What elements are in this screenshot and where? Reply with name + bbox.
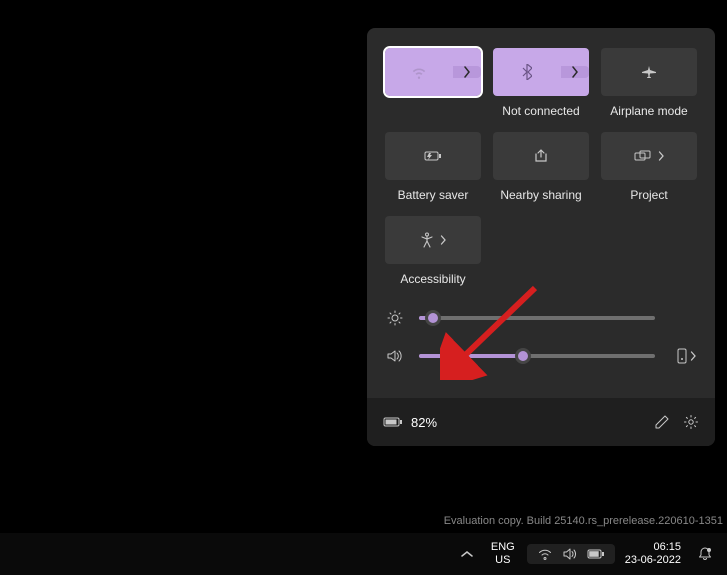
tile-accessibility-wrap: Accessibility [385, 216, 481, 288]
settings-button[interactable] [683, 414, 699, 430]
quick-tiles-grid: Not connected Airplane mode Batter [385, 48, 697, 288]
tile-bluetooth-label: Not connected [502, 104, 579, 120]
audio-output-icon [676, 348, 688, 364]
volume-output-button[interactable] [669, 348, 697, 364]
brightness-slider[interactable] [419, 316, 655, 320]
chevron-right-icon [658, 151, 665, 161]
tile-battery-saver-wrap: Battery saver [385, 132, 481, 204]
battery-icon [383, 416, 403, 428]
tile-project-wrap: Project [601, 132, 697, 204]
tile-airplane-wrap: Airplane mode [601, 48, 697, 120]
volume-slider[interactable] [419, 354, 655, 358]
battery-status[interactable]: 82% [383, 415, 437, 430]
airplane-icon [641, 65, 657, 79]
tile-bluetooth-main[interactable] [493, 64, 561, 80]
tile-airplane-label: Airplane mode [610, 104, 687, 120]
tile-project-label: Project [630, 188, 667, 204]
nearby-sharing-icon [534, 149, 548, 163]
tray-system-group[interactable] [527, 544, 615, 564]
bluetooth-icon [522, 64, 532, 80]
lang-top: ENG [491, 541, 515, 554]
brightness-slider-thumb[interactable] [425, 310, 441, 326]
accessibility-icon [420, 232, 434, 248]
chevron-right-icon [690, 351, 697, 361]
chevron-right-icon [571, 66, 579, 78]
volume-icon [563, 548, 577, 560]
tray-overflow-button[interactable] [455, 548, 479, 560]
panel-footer: 82% [367, 398, 715, 446]
tile-wifi-expand[interactable] [453, 66, 481, 78]
tile-wifi-main[interactable] [385, 65, 453, 79]
tile-bluetooth-wrap: Not connected [493, 48, 589, 120]
taskbar: ENG US 06:15 23-06-2022 [0, 533, 727, 575]
battery-icon [587, 549, 605, 559]
brightness-icon [385, 310, 405, 326]
tile-wifi-wrap [385, 48, 481, 120]
panel-body: Not connected Airplane mode Batter [367, 28, 715, 398]
tile-bluetooth-expand[interactable] [561, 66, 589, 78]
sliders-region [385, 310, 697, 364]
tile-nearby-sharing[interactable] [493, 132, 589, 180]
chevron-right-icon [463, 66, 471, 78]
notifications-button[interactable] [691, 544, 719, 564]
tile-project[interactable] [601, 132, 697, 180]
tile-accessibility[interactable] [385, 216, 481, 264]
battery-saver-icon [424, 150, 442, 162]
tile-battery-saver[interactable] [385, 132, 481, 180]
tile-wifi[interactable] [385, 48, 481, 96]
quick-settings-panel: Not connected Airplane mode Batter [367, 28, 715, 446]
project-icon [634, 150, 652, 162]
wifi-icon [411, 65, 427, 79]
volume-row [385, 348, 697, 364]
tray-language[interactable]: ENG US [485, 539, 521, 568]
tile-nearby-sharing-wrap: Nearby sharing [493, 132, 589, 204]
brightness-row [385, 310, 697, 326]
volume-icon [385, 349, 405, 363]
tile-accessibility-label: Accessibility [400, 272, 465, 288]
tray-clock[interactable]: 06:15 23-06-2022 [621, 541, 685, 567]
tile-battery-saver-label: Battery saver [398, 188, 469, 204]
tile-airplane[interactable] [601, 48, 697, 96]
lang-bottom: US [491, 554, 515, 567]
edit-button[interactable] [655, 415, 669, 429]
tile-bluetooth[interactable] [493, 48, 589, 96]
chevron-right-icon [440, 235, 447, 245]
clock-date: 23-06-2022 [625, 554, 681, 567]
battery-percent-text: 82% [411, 415, 437, 430]
clock-time: 06:15 [625, 541, 681, 554]
tile-nearby-sharing-label: Nearby sharing [500, 188, 581, 204]
wifi-icon [537, 548, 553, 560]
volume-slider-thumb[interactable] [515, 348, 531, 364]
watermark-build: Evaluation copy. Build 25140.rs_prerelea… [444, 515, 723, 527]
